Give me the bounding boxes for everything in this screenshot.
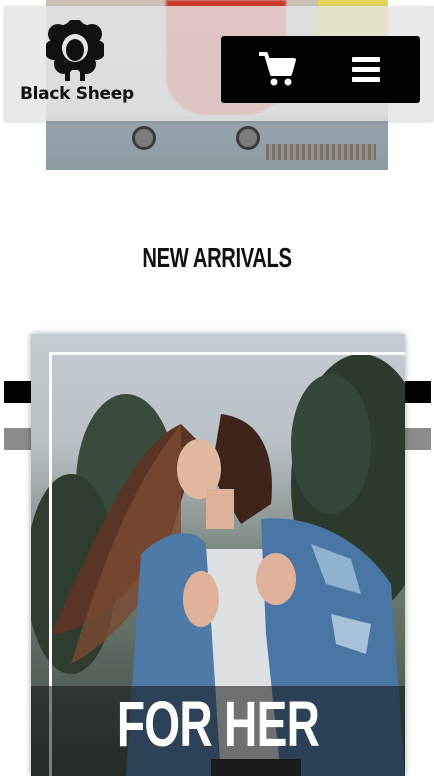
brand-logo[interactable]: Black Sheep <box>20 20 134 112</box>
hamburger-menu-icon <box>352 67 380 72</box>
page: Black Sheep NEW ARRIVALS FOR HER <box>0 0 434 776</box>
header-actions <box>221 36 420 103</box>
hamburger-menu-icon <box>352 57 380 62</box>
menu-button[interactable] <box>349 52 383 86</box>
hero-wheel <box>236 126 260 150</box>
hero-wheel <box>132 126 156 150</box>
card-caption: FOR HER <box>116 688 320 760</box>
hero-ground <box>46 115 388 170</box>
cart-button[interactable] <box>257 50 297 88</box>
sheep-logo-icon <box>46 20 104 81</box>
cart-icon <box>259 52 296 86</box>
site-header: Black Sheep <box>4 6 434 121</box>
product-card[interactable]: FOR HER <box>31 334 405 776</box>
hamburger-menu-icon <box>352 77 380 82</box>
brand-name: Black Sheep <box>20 84 134 104</box>
hero-grate <box>266 144 376 160</box>
section-title: NEW ARRIVALS <box>142 242 292 273</box>
